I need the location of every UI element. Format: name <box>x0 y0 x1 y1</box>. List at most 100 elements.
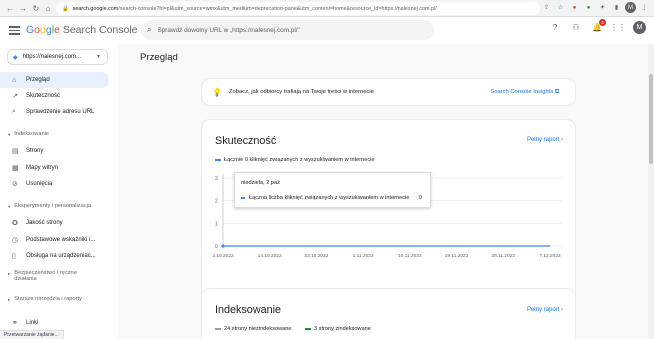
section-experience-toggle[interactable]: ▾ Eksperymenty i personalizacja <box>0 203 91 210</box>
help-icon[interactable]: ? <box>549 22 561 34</box>
legend-swatch-grey <box>215 328 221 330</box>
sidebar-item-page-quality[interactable]: ✪ Jakość strony <box>0 215 109 231</box>
indexing-card: Indeksowanie Pełny raport › 24 strony ni… <box>202 289 575 339</box>
x-tick-label: 2.10.2022 <box>212 253 234 259</box>
x-tick-label: 23.10.2022 <box>304 253 328 259</box>
mobile-icon: ▯ <box>12 253 16 260</box>
chevron-right-icon: › <box>561 307 563 313</box>
dropdown-caret-icon: ▼ <box>96 54 101 60</box>
sidebar-item-label: Skuteczność <box>26 93 61 99</box>
sidepanel-icon[interactable]: ▮ <box>611 2 622 13</box>
chevron-right-icon: › <box>561 137 563 143</box>
sidebar-item-core-web-vitals[interactable]: ◷ Podstawowe wskaźniki i... <box>0 232 109 248</box>
lock-icon: 🔒 <box>62 5 69 12</box>
profile-icon[interactable]: M <box>625 2 636 13</box>
indexing-full-report-link[interactable]: Pełny raport › <box>527 307 563 313</box>
menu-icon[interactable]: ⋮ <box>639 2 650 13</box>
tooltip-date: niedziela, 2 paź <box>241 180 280 186</box>
bookmark-star-icon[interactable]: ☆ <box>555 2 566 13</box>
section-legacy-toggle[interactable]: ▸ Starsze narzędzia i raporty <box>0 296 82 303</box>
sidebar-item-removals[interactable]: ⊘ Usunięcia <box>0 176 109 192</box>
back-icon[interactable]: ← <box>4 2 16 14</box>
x-tick-label: 10.11.2022 <box>398 253 422 259</box>
sidebar-item-label: Mapy witryn <box>26 165 59 171</box>
legend-indexed[interactable]: 3 strony zindeksowane <box>305 326 371 332</box>
expand-arrow-icon: ▸ <box>8 297 11 302</box>
search-icon: ⌕ <box>147 25 152 34</box>
apps-grid-icon[interactable]: ⋮⋮ <box>610 22 626 34</box>
sidebar-item-label: Obsługa na urządzeniac... <box>26 253 96 259</box>
sidebar: ◆ https://nalesnej.com... ▼ ⌂ Przegląd ↗… <box>0 44 118 339</box>
trending-icon: ↗ <box>12 93 18 100</box>
collapse-arrow-icon: ▾ <box>8 132 11 137</box>
search-console-logo[interactable]: Google Search Console <box>26 24 138 36</box>
y-tick-label: 0 <box>215 244 218 250</box>
avatar[interactable]: M <box>633 21 646 34</box>
sidebar-item-pages[interactable]: ▤ Strony <box>0 143 109 159</box>
sidebar-item-sitemaps[interactable]: ▦ Mapy witryn <box>0 160 109 176</box>
hamburger-menu-icon[interactable] <box>9 24 20 36</box>
legend-label: Łącznie 0 kliknięć związanych z wyszukiw… <box>224 157 375 163</box>
chart-tooltip: niedziela, 2 paź Łączna liczba kliknięć … <box>234 172 431 208</box>
sidebar-item-label: Strony <box>26 148 44 154</box>
sidebar-item-overview[interactable]: ⌂ Przegląd <box>0 72 109 88</box>
sidebar-item-mobile-usability[interactable]: ▯ Obsługa na urządzeniac... <box>0 248 109 264</box>
scrollbar-thumb[interactable] <box>649 74 653 164</box>
notification-badge: 4 <box>599 18 606 26</box>
url-inspection-search[interactable]: ⌕ Sprawdź dowolny URL w „https://nalesne… <box>141 20 434 40</box>
home-icon: ⌂ <box>12 76 17 84</box>
extension-icon[interactable]: ● <box>569 2 580 13</box>
chart-legend[interactable]: Łącznie 0 kliknięć związanych z wyszukiw… <box>215 157 374 163</box>
sidebar-item-label: Przegląd <box>26 77 50 83</box>
data-point <box>221 244 225 248</box>
sidebar-item-label: Jakość strony <box>26 220 63 226</box>
sidebar-item-performance[interactable]: ↗ Skuteczność <box>0 88 109 104</box>
sidebar-item-label: Podstawowe wskaźniki i... <box>26 237 96 243</box>
sidebar-item-links[interactable]: ⚭ Linki <box>0 315 109 331</box>
share-icon[interactable]: ⇪ <box>541 2 552 13</box>
address-bar[interactable]: 🔒 search.google.com/search-console?hl=pl… <box>56 2 540 15</box>
notifications-bell-icon[interactable]: 🔔 4 <box>591 18 606 34</box>
open-external-icon: ⧉ <box>554 88 559 95</box>
insights-card: 💡 Zobacz, jak odbiorcy trafiają na Twoje… <box>202 79 575 105</box>
sidebar-item-label: Linki <box>26 320 39 326</box>
forward-icon[interactable]: → <box>17 2 29 14</box>
page-title: Przegląd <box>140 52 178 63</box>
legend-label: 3 strony zindeksowane <box>314 326 371 332</box>
browser-toolbar: ← → ↻ ⌂ 🔒 search.google.com/search-conso… <box>0 0 654 17</box>
performance-card: Skuteczność Pełny raport › Łącznie 0 kli… <box>202 120 575 312</box>
tooltip-label: Łączna liczba kliknięć związanych z wysz… <box>249 195 410 201</box>
section-label: Indeksowanie <box>14 131 50 137</box>
extensions-puzzle-icon[interactable]: ✦ <box>597 2 608 13</box>
sidebar-item-url-inspection[interactable]: ⌕ Sprawdzenie adresu URL <box>0 104 109 120</box>
section-indexing-toggle[interactable]: ▾ Indeksowanie <box>0 131 49 138</box>
section-label: Eksperymenty i personalizacja <box>14 203 92 209</box>
section-security-toggle[interactable]: ▸ Bezpieczeństwo i ręczne działania <box>0 270 100 282</box>
home-icon[interactable]: ⌂ <box>42 2 54 14</box>
legend-swatch <box>215 159 221 161</box>
insights-link[interactable]: Search Console Insights ⧉ <box>490 89 559 96</box>
legend-not-indexed[interactable]: 24 strony niezindeksowane <box>215 326 291 332</box>
x-tick-label: 19.11.2022 <box>445 253 469 259</box>
pages-icon: ▤ <box>12 148 19 155</box>
sidebar-item-label: Sprawdzenie adresu URL <box>26 109 95 115</box>
property-selector[interactable]: ◆ https://nalesnej.com... ▼ <box>7 49 108 65</box>
legend-swatch-green <box>305 328 311 330</box>
sitemap-icon: ▦ <box>12 165 19 172</box>
globe-icon: ◆ <box>13 54 18 61</box>
search-placeholder: Sprawdź dowolny URL w „https://nalesnej.… <box>157 26 300 34</box>
y-tick-label: 1 <box>215 221 218 227</box>
vitals-icon: ◷ <box>12 237 19 244</box>
y-tick-label: 2 <box>215 199 218 205</box>
tooltip-swatch <box>241 197 245 199</box>
section-label: Bezpieczeństwo i ręczne działania <box>14 270 77 282</box>
main-content: Przegląd 💡 Zobacz, jak odbiorcy trafiają… <box>118 44 648 339</box>
reload-icon[interactable]: ↻ <box>30 2 42 14</box>
users-settings-icon[interactable]: ⚇ <box>570 22 582 34</box>
x-tick-label: 28.11.2022 <box>491 253 515 259</box>
extension-green-icon[interactable]: ● <box>583 2 594 13</box>
links-icon: ⚭ <box>12 320 18 327</box>
removals-icon: ⊘ <box>12 181 18 188</box>
performance-full-report-link[interactable]: Pełny raport › <box>527 137 563 143</box>
page-scrollbar[interactable] <box>648 44 654 339</box>
